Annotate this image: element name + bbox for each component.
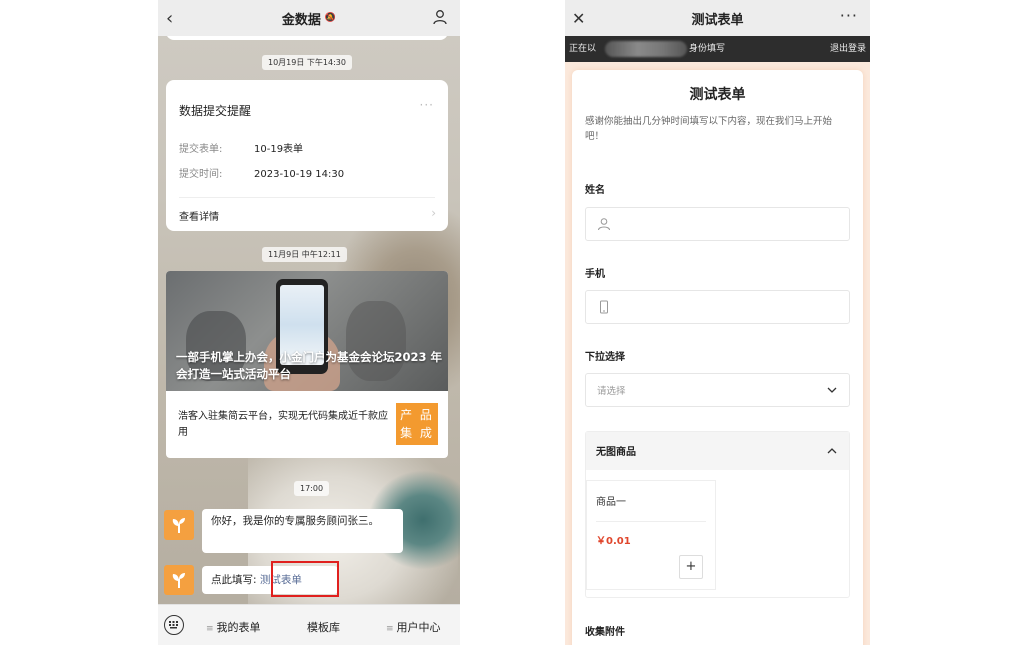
highlight-box	[271, 561, 339, 597]
more-icon[interactable]: ···	[420, 98, 434, 112]
page-title: 测试表单	[691, 12, 744, 28]
sprout-icon	[172, 573, 185, 588]
avatar[interactable]	[164, 565, 194, 595]
status-prefix: 正在以	[569, 44, 597, 54]
submission-reminder-card[interactable]: 数据提交提醒 ··· 提交表单: 10-19表单 提交时间: 2023-10-19 …	[166, 80, 448, 231]
message-prefix: 点此填写:	[211, 574, 257, 586]
chevron-right-icon: ›	[431, 206, 436, 220]
name-label: 姓名	[585, 185, 605, 196]
form-title: 测试表单	[689, 87, 746, 103]
timestamp: 10月19日 下午14:30	[262, 55, 352, 70]
row-key: 提交表单:	[179, 144, 223, 155]
info-row: 提交时间: 2023-10-19 14:30	[179, 165, 344, 180]
card-title: 数据提交提醒	[179, 104, 252, 118]
redacted-identity	[605, 41, 687, 57]
product-card: 商品一 ￥0.01 +	[586, 480, 716, 590]
product-group: 无图商品 商品一 ￥0.01 +	[585, 431, 850, 598]
add-button[interactable]: +	[679, 555, 703, 579]
chat-nav-bar: ‹ 金数据 🔕	[158, 0, 460, 36]
article-summary: 浩客入驻集简云平台，实现无代码集成近千款应用	[178, 411, 388, 438]
article-card[interactable]: 一部手机掌上办会，小金门户为基金会论坛2023 年会打造一站式活动平台 浩客入驻…	[166, 271, 448, 458]
mute-icon: 🔕	[324, 13, 337, 23]
article-image: 一部手机掌上办会，小金门户为基金会论坛2023 年会打造一站式活动平台	[166, 271, 448, 391]
close-icon[interactable]: ✕	[572, 9, 585, 28]
product-integration-badge: 产 品 集 成	[396, 403, 438, 445]
form-screen: ✕ 测试表单 ··· 正在以 身份填写 退出登录 测试表单 感谢你能抽出几分钟时…	[565, 0, 870, 645]
group-header[interactable]: 无图商品	[586, 432, 849, 470]
row-value: 2023-10-19 14:30	[254, 169, 345, 180]
form-card: 测试表单 感谢你能抽出几分钟时间填写以下内容，现在我们马上开始吧！ 姓名 手机 …	[572, 70, 863, 645]
logout-link[interactable]: 退出登录	[830, 36, 866, 62]
select-placeholder: 请选择	[597, 386, 626, 397]
chevron-up-icon	[827, 448, 837, 454]
dropdown-select[interactable]: 请选择	[585, 373, 850, 407]
status-suffix: 身份填写	[689, 44, 726, 54]
user-icon	[598, 218, 610, 231]
phone-icon	[600, 300, 608, 314]
back-icon[interactable]: ‹	[166, 8, 173, 29]
keyboard-icon[interactable]	[164, 615, 184, 635]
row-value: 10-19表单	[254, 144, 304, 155]
tab-my-forms[interactable]: ≡ 我的表单	[206, 619, 261, 635]
sprout-icon	[172, 518, 185, 533]
select-label: 下拉选择	[585, 352, 625, 363]
form-intro: 感谢你能抽出几分钟时间填写以下内容，现在我们马上开始吧！	[585, 116, 833, 142]
divider	[596, 521, 706, 522]
attachment-label: 收集附件	[585, 627, 625, 638]
phone-field[interactable]	[585, 290, 850, 324]
message-bubble: 你好，我是你的专属服务顾问张三。	[202, 509, 403, 553]
more-icon[interactable]: ···	[840, 6, 858, 25]
tab-templates[interactable]: 模板库	[307, 619, 340, 635]
product-name: 商品一	[596, 497, 626, 508]
article-headline: 一部手机掌上办会，小金门户为基金会论坛2023 年会打造一站式活动平台	[176, 350, 443, 381]
identity-status-bar: 正在以 身份填写 退出登录	[565, 36, 870, 62]
timestamp: 17:00	[294, 481, 330, 496]
chat-screen: ‹ 金数据 🔕 10月19日 下午14:30 数据提交提醒 ··· 提交表单: 1…	[158, 0, 460, 645]
phone-label: 手机	[585, 269, 605, 280]
bottom-tab-bar: ≡ 我的表单 模板库 ≡ 用户中心	[158, 604, 460, 645]
view-details-link[interactable]: 查看详情	[179, 208, 219, 223]
divider	[179, 197, 435, 198]
row-key: 提交时间:	[179, 169, 223, 180]
chevron-down-icon	[827, 387, 837, 393]
user-icon[interactable]	[432, 9, 448, 25]
product-price: ￥0.01	[596, 536, 631, 547]
avatar[interactable]	[164, 510, 194, 540]
tab-user-center[interactable]: ≡ 用户中心	[386, 619, 441, 635]
timestamp: 11月9日 中午12:11	[262, 247, 347, 262]
form-nav-bar: ✕ 测试表单 ···	[565, 0, 870, 36]
info-row: 提交表单: 10-19表单	[179, 140, 303, 155]
chat-title: 金数据	[281, 12, 321, 28]
group-title: 无图商品	[596, 447, 636, 458]
name-field[interactable]	[585, 207, 850, 241]
